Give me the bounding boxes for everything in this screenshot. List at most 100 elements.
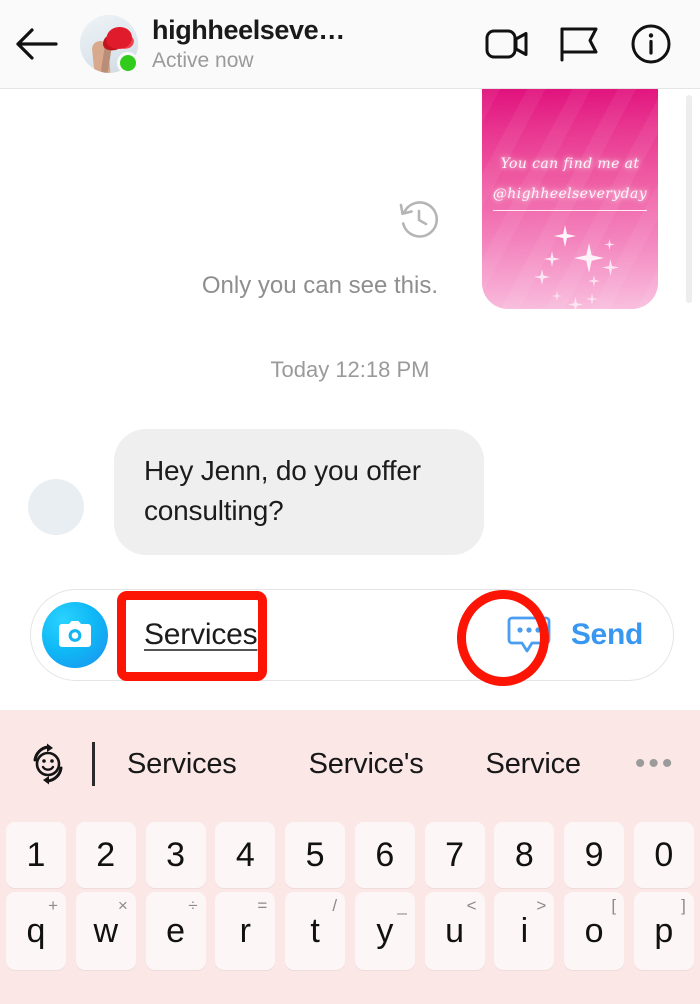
key-t[interactable]: / t: [285, 892, 346, 970]
story-caption-line1: You can find me at: [500, 156, 640, 172]
key-label: 7: [445, 836, 465, 874]
suggestion-item-0[interactable]: Services: [127, 748, 237, 781]
message-timestamp: Today 12:18 PM: [270, 357, 430, 382]
key-w[interactable]: × w: [75, 892, 136, 970]
key-4[interactable]: 4: [215, 822, 276, 888]
key-6[interactable]: 6: [354, 822, 415, 888]
key-secondary-label: ÷: [188, 896, 198, 915]
sparkle-icon: [602, 259, 619, 276]
key-secondary-label: _: [397, 896, 407, 915]
key-q[interactable]: + q: [6, 892, 66, 970]
keyboard-number-row: 1 2 3 4 5 6 7 8 9 0: [0, 822, 700, 888]
key-label: u: [445, 912, 465, 950]
key-label: i: [520, 912, 529, 950]
key-0[interactable]: 0: [633, 822, 694, 888]
header-avatar[interactable]: [80, 15, 139, 74]
story-sparkles: [482, 217, 658, 309]
info-icon: [631, 24, 671, 64]
key-label: q: [26, 912, 46, 950]
suggestion-overflow-button[interactable]: •••: [635, 747, 676, 781]
sparkle-icon: [534, 269, 550, 285]
privacy-note: Only you can see this.: [201, 272, 438, 299]
key-secondary-label: >: [536, 896, 547, 915]
key-secondary-label: /: [332, 896, 338, 915]
message-input[interactable]: Services: [144, 618, 503, 652]
key-y[interactable]: _ y: [354, 892, 415, 970]
suggestion-item-1[interactable]: Service's: [309, 748, 424, 781]
back-button[interactable]: [0, 0, 72, 89]
history-clock-icon: [399, 201, 438, 238]
camera-icon: [59, 621, 91, 647]
key-label: 8: [514, 836, 534, 874]
info-button[interactable]: [628, 21, 674, 67]
sparkle-icon: [574, 243, 604, 273]
key-i[interactable]: > i: [494, 892, 555, 970]
story-caption: You can find me at @highheelseveryday: [482, 149, 658, 211]
back-arrow-icon: [16, 28, 58, 60]
header-title-block[interactable]: highheelseve… Active now: [152, 15, 484, 73]
message-bubble[interactable]: Hey Jenn, do you offer consulting?: [114, 429, 484, 555]
story-handle: @highheelseveryday: [492, 179, 648, 211]
key-r[interactable]: = r: [215, 892, 276, 970]
key-u[interactable]: < u: [424, 892, 485, 970]
sparkle-icon: [604, 239, 615, 250]
on-screen-keyboard: Services Service's Service ••• 1 2 3 4 5 6 7 8 9…: [0, 710, 700, 1004]
key-secondary-label: +: [48, 896, 58, 915]
sparkle-icon: [552, 291, 562, 301]
online-status-dot: [117, 52, 139, 74]
emoji-switch-icon: [33, 743, 63, 785]
suggestion-divider: [92, 742, 95, 786]
key-label: 3: [166, 836, 185, 874]
keyboard-qwerty-row: + q × w ÷ e = r / t _ y < u > i[o] p: [0, 892, 700, 970]
key-label: 1: [26, 836, 46, 874]
video-call-button[interactable]: [484, 21, 530, 67]
suggestion-item-2[interactable]: Service: [486, 748, 582, 781]
sparkle-icon: [544, 251, 560, 267]
flag-button[interactable]: [556, 21, 602, 67]
key-label: 6: [375, 836, 395, 874]
key-p[interactable]: ] p: [633, 892, 694, 970]
active-status-label: Active now: [152, 49, 254, 72]
message-avatar[interactable]: [28, 479, 84, 535]
send-button[interactable]: Send: [571, 618, 643, 652]
key-label: r: [239, 912, 251, 950]
flag-icon: [560, 27, 598, 62]
quick-reply-button[interactable]: [503, 609, 555, 661]
messaging-screen: highheelseve… Active now Only you can se…: [0, 0, 700, 1004]
camera-button[interactable]: [42, 602, 108, 668]
key-o[interactable]: [o: [564, 892, 625, 970]
key-label: w: [93, 912, 119, 950]
key-2[interactable]: 2: [75, 822, 136, 888]
key-secondary-label: ]: [681, 896, 686, 915]
key-label: e: [166, 912, 185, 950]
suggestion-bar: Services Service's Service •••: [0, 710, 700, 818]
message-composer: Services Send: [30, 589, 674, 681]
key-secondary-label: [: [611, 896, 617, 915]
story-thumbnail[interactable]: You can find me at @highheelseveryday: [482, 89, 658, 309]
key-label: t: [310, 912, 320, 950]
thread-scrollbar[interactable]: [686, 95, 692, 303]
key-label: y: [376, 912, 394, 950]
key-label: 9: [584, 836, 604, 874]
key-1[interactable]: 1: [6, 822, 66, 888]
key-secondary-label: ×: [117, 896, 128, 915]
key-9[interactable]: 9: [564, 822, 625, 888]
key-label: 2: [96, 836, 116, 874]
key-label: 4: [235, 836, 255, 874]
key-3[interactable]: 3: [145, 822, 206, 888]
message-row-incoming: Hey Jenn, do you offer consulting?: [0, 429, 700, 555]
key-label: p: [654, 912, 674, 950]
key-label: 0: [654, 836, 674, 874]
key-5[interactable]: 5: [285, 822, 346, 888]
key-8[interactable]: 8: [494, 822, 555, 888]
conversation-header: highheelseve… Active now: [0, 0, 700, 89]
conversation-username: highheelseve…: [152, 15, 345, 45]
key-e[interactable]: ÷ e: [145, 892, 206, 970]
key-secondary-label: <: [466, 896, 477, 915]
story-reply-row: Only you can see this. You can find me a…: [0, 89, 700, 314]
key-7[interactable]: 7: [424, 822, 485, 888]
sparkle-icon: [554, 225, 576, 247]
key-label: o: [584, 912, 604, 950]
key-label: 5: [305, 836, 325, 874]
emoji-switch-button[interactable]: [22, 738, 74, 790]
